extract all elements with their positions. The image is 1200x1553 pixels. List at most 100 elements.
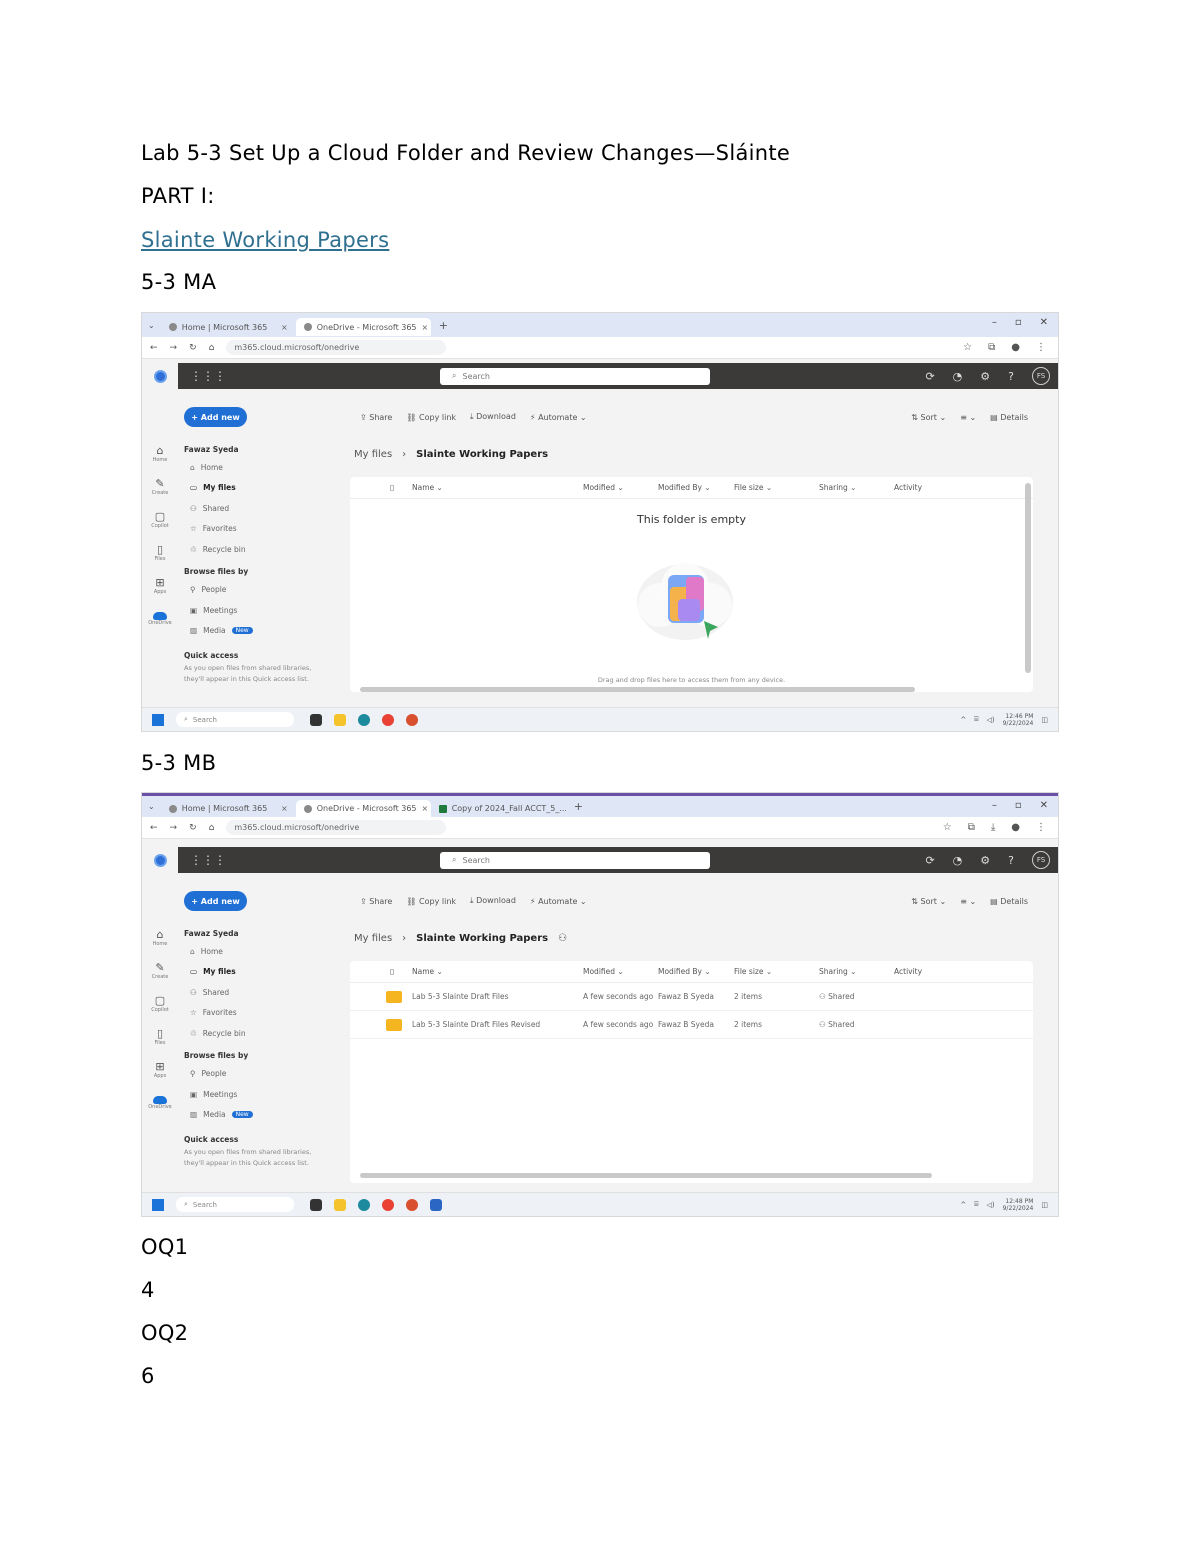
rail-copilot[interactable]: ▢ Copilot [142, 503, 178, 536]
task-view-icon[interactable] [310, 1198, 322, 1211]
close-window-icon[interactable]: ✕ [1040, 317, 1048, 328]
details-button[interactable]: ▤ Details [990, 413, 1028, 422]
forward-icon[interactable]: → [170, 823, 178, 833]
m365-logo[interactable] [142, 847, 178, 873]
table-row[interactable]: Lab 5-3 Slainte Draft Files Revised A fe… [350, 1011, 1033, 1039]
crumb-my-files[interactable]: My files [354, 933, 392, 944]
col-name[interactable]: Name ⌄ [412, 967, 443, 976]
people-share-icon[interactable]: ⚇ [558, 933, 567, 944]
nav-meetings[interactable]: ▣ Meetings [184, 1084, 314, 1105]
close-icon[interactable]: × [422, 804, 429, 813]
tab-onedrive[interactable]: OneDrive - Microsoft 365 × [295, 799, 431, 818]
nav-media[interactable]: ▨ Media New [184, 621, 314, 642]
nav-meetings[interactable]: ▣ Meetings [184, 600, 314, 621]
chrome-icon[interactable] [382, 1198, 394, 1211]
home-icon[interactable]: ⌂ [209, 343, 215, 353]
edge-icon[interactable] [358, 1198, 370, 1211]
outlook-icon[interactable] [430, 1198, 442, 1211]
clock[interactable]: 12:48 PM 9/22/2024 [1003, 1198, 1034, 1212]
network-icon[interactable]: ⌸ [974, 1200, 978, 1209]
tab-spreadsheet[interactable]: Copy of 2024_Fall ACCT_5_...× [431, 800, 566, 818]
col-file-size[interactable]: File size ⌄ [734, 483, 772, 492]
nav-my-files[interactable]: ▭ My files [184, 478, 314, 499]
rail-onedrive[interactable]: OneDrive [142, 602, 178, 635]
tab-home[interactable]: Home | Microsoft 365 × [161, 800, 296, 818]
help-icon[interactable]: ? [1008, 370, 1014, 383]
taskbar-search[interactable]: ⌕ Search [176, 1197, 294, 1212]
sync-icon[interactable]: ⟳ [925, 854, 934, 867]
details-button[interactable]: ▤ Details [990, 897, 1028, 906]
rail-store[interactable]: ⊞ Apps [142, 569, 178, 602]
tab-list-icon[interactable]: ⌄ [148, 321, 155, 330]
new-tab-icon[interactable]: + [574, 800, 583, 813]
rail-home[interactable]: ⌂ Home [142, 921, 178, 954]
minimize-icon[interactable]: – [992, 800, 997, 811]
clock[interactable]: 12:46 PM 9/22/2024 [1003, 713, 1034, 727]
tab-onedrive[interactable]: OneDrive - Microsoft 365 × [295, 318, 431, 336]
nav-media[interactable]: ▨ Media New [184, 1105, 314, 1126]
extensions-icon[interactable]: ⧉ [988, 342, 995, 353]
col-name[interactable]: Name ⌄ [412, 483, 443, 492]
url-field[interactable]: m365.cloud.microsoft/onedrive [226, 340, 447, 355]
automate-button[interactable]: ⚡ Automate ⌄ [530, 413, 587, 422]
chrome-icon[interactable] [382, 713, 394, 726]
close-icon[interactable]: × [281, 804, 288, 813]
close-window-icon[interactable]: ✕ [1040, 800, 1048, 811]
star-icon[interactable]: ☆ [963, 342, 972, 353]
close-icon[interactable]: × [281, 323, 288, 332]
star-icon[interactable]: ☆ [943, 822, 952, 833]
file-explorer-icon[interactable] [334, 713, 346, 726]
profile-icon[interactable]: ● [1011, 822, 1020, 833]
rail-create[interactable]: ✎ Create [142, 470, 178, 503]
nav-home[interactable]: ⌂ Home [184, 457, 314, 478]
col-activity[interactable]: Activity [894, 967, 922, 976]
search-input[interactable]: ⌕ Search [440, 851, 710, 869]
avatar[interactable]: FS [1032, 851, 1050, 869]
notification-icon[interactable]: ◫ [1041, 716, 1048, 724]
rail-store[interactable]: ⊞ Apps [142, 1053, 178, 1086]
settings-icon[interactable]: ⚙ [980, 370, 990, 383]
nav-recycle-bin[interactable]: ♲ Recycle bin [184, 539, 314, 560]
automate-button[interactable]: ⚡ Automate ⌄ [530, 897, 587, 906]
reload-icon[interactable]: ↻ [189, 823, 197, 833]
sort-button[interactable]: ⇅ Sort ⌄ [911, 413, 946, 422]
view-button[interactable]: ≡ ⌄ [960, 897, 976, 906]
extensions-icon[interactable]: ⧉ [968, 822, 975, 833]
forward-icon[interactable]: → [170, 343, 178, 353]
copy-link-button[interactable]: ⛓ Copy link [406, 413, 456, 422]
edge-icon[interactable] [358, 713, 370, 726]
menu-icon[interactable]: ⋮ [1036, 822, 1046, 833]
col-modified[interactable]: Modified ⌄ [583, 483, 624, 492]
rail-apps[interactable]: ▯ Files [142, 1020, 178, 1053]
download-icon[interactable]: ⤓ [991, 822, 995, 833]
feedback-icon[interactable]: ◔ [953, 854, 963, 867]
notification-icon[interactable]: ◫ [1041, 1201, 1048, 1209]
nav-favorites[interactable]: ☆ Favorites [184, 1003, 314, 1024]
rail-home[interactable]: ⌂ Home [142, 437, 178, 470]
copy-link-button[interactable]: ⛓ Copy link [406, 897, 456, 906]
col-modified[interactable]: Modified ⌄ [583, 967, 624, 976]
tray-chevron-icon[interactable]: ^ [960, 1201, 966, 1209]
file-explorer-icon[interactable] [334, 1198, 346, 1211]
add-new-button[interactable]: + Add new [184, 891, 247, 911]
network-icon[interactable]: ⌸ [974, 715, 978, 724]
rail-apps[interactable]: ▯ Files [142, 536, 178, 569]
url-field[interactable]: m365.cloud.microsoft/onedrive [226, 820, 447, 835]
working-papers-link[interactable]: Slainte Working Papers [141, 228, 389, 252]
nav-recycle-bin[interactable]: ♲ Recycle bin [184, 1023, 314, 1044]
m365-logo[interactable] [142, 363, 178, 389]
help-icon[interactable]: ? [1008, 854, 1014, 867]
tab-list-icon[interactable]: ⌄ [148, 802, 155, 811]
home-icon[interactable]: ⌂ [209, 823, 215, 833]
back-icon[interactable]: ← [150, 823, 158, 833]
app-launcher-icon[interactable]: ⋮⋮⋮ [190, 853, 226, 867]
restore-icon[interactable]: ▫ [1015, 317, 1022, 328]
sync-icon[interactable]: ⟳ [925, 370, 934, 383]
nav-people[interactable]: ⚲ People [184, 580, 314, 601]
tab-home[interactable]: Home | Microsoft 365 × [161, 318, 296, 336]
nav-shared[interactable]: ⚇ Shared [184, 498, 314, 519]
vertical-scrollbar[interactable] [1025, 483, 1031, 673]
task-view-icon[interactable] [310, 713, 322, 726]
col-activity[interactable]: Activity [894, 483, 922, 492]
horizontal-scrollbar[interactable] [360, 1173, 932, 1178]
